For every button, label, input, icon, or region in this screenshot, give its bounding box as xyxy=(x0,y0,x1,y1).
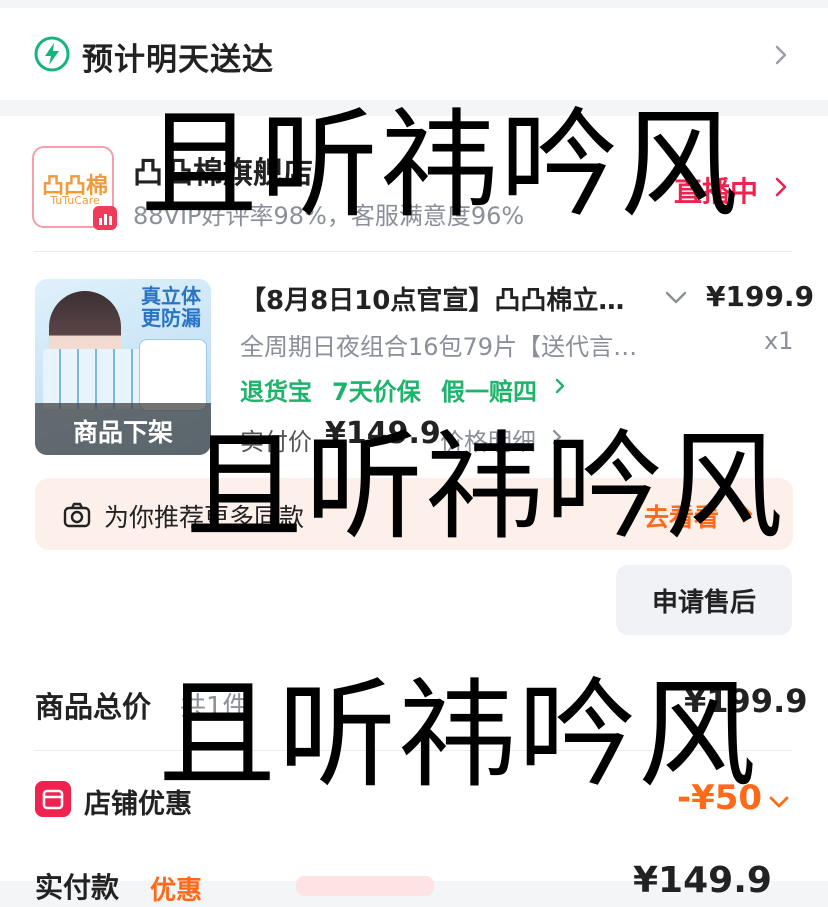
discount-tag: 优惠 xyxy=(150,876,203,906)
watermark-text: 且听祎吟风 xyxy=(185,418,786,556)
apply-aftersale-button[interactable]: 申请售后 xyxy=(616,565,792,635)
guarantee-price-protect[interactable]: 7天价保 xyxy=(332,372,421,407)
divider xyxy=(34,251,792,252)
guarantee-authentic[interactable]: 假一赔四 xyxy=(441,372,537,407)
chevron-down-icon[interactable] xyxy=(664,285,688,309)
chevron-down-icon[interactable] xyxy=(767,790,791,814)
delivery-card[interactable]: 预计明天送达 xyxy=(0,8,828,100)
watermark-text: 且听祎吟风 xyxy=(140,96,741,234)
chevron-right-icon[interactable] xyxy=(770,44,792,66)
chevron-right-icon[interactable] xyxy=(770,176,792,198)
lightning-icon xyxy=(34,36,70,72)
top-strip xyxy=(0,0,828,8)
guarantee-return-insurance[interactable]: 退货宝 xyxy=(240,372,312,407)
bar-chart-icon xyxy=(93,206,117,230)
product-price: ¥199.9 xyxy=(706,280,815,313)
product-spec: 全周期日夜组合16包79片【送代言人周边】 xyxy=(240,333,642,361)
shop-icon xyxy=(35,781,71,817)
discount-pill xyxy=(296,876,434,896)
camera-icon xyxy=(63,502,91,528)
pack-image xyxy=(43,349,143,409)
thumbnail-headline: 真立体更防漏 xyxy=(141,284,201,330)
product-quantity: x1 xyxy=(764,327,794,355)
gift-cards-image xyxy=(139,339,207,411)
product-title[interactable]: 【8月8日10点官宣】凸凸棉立体防漏卫生巾 xyxy=(240,280,642,317)
delivery-estimate: 预计明天送达 xyxy=(82,42,274,78)
goods-total-label: 商品总价 xyxy=(35,690,152,724)
actual-payment-label: 实付款 xyxy=(35,871,120,904)
chevron-right-icon[interactable] xyxy=(551,377,569,395)
watermark-text: 且听祎吟风 xyxy=(158,666,759,804)
